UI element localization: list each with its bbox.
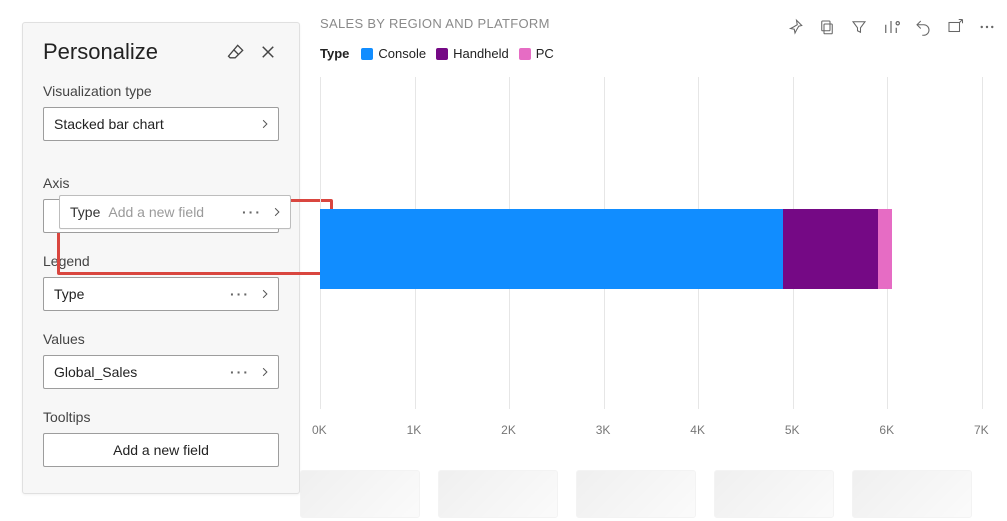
x-axis-tick-label: 7K (974, 423, 989, 437)
x-axis-tick-label: 0K (312, 423, 327, 437)
x-axis-tick-label: 5K (785, 423, 800, 437)
close-icon[interactable] (257, 41, 279, 63)
panel-header: Personalize (43, 39, 279, 65)
chevron-right-icon (260, 119, 270, 129)
viz-toolbar (786, 18, 996, 36)
x-axis-tick-label: 2K (501, 423, 516, 437)
values-section: Values Global_Sales ··· (43, 331, 279, 389)
chevron-right-icon (260, 289, 270, 299)
viz-title: SALES BY REGION AND PLATFORM (320, 16, 550, 31)
chart-bar (320, 209, 982, 289)
x-axis-tick-label: 6K (879, 423, 894, 437)
axis-label: Axis (43, 175, 279, 191)
values-value: Global_Sales (54, 364, 137, 380)
values-field[interactable]: Global_Sales ··· (43, 355, 279, 389)
tooltips-add-button[interactable]: Add a new field (43, 433, 279, 467)
bar-segment[interactable] (783, 209, 878, 289)
tooltips-label: Tooltips (43, 409, 279, 425)
bar-segment[interactable] (320, 209, 783, 289)
visualization-pane: SALES BY REGION AND PLATFORM (320, 16, 996, 466)
pin-icon[interactable] (786, 18, 804, 36)
axis-drag-chip[interactable]: Type Add a new field ··· (59, 195, 291, 229)
axis-drag-value: Type (70, 204, 100, 220)
copy-icon[interactable] (818, 18, 836, 36)
values-label: Values (43, 331, 279, 347)
legend-section: Legend Type ··· (43, 253, 279, 311)
chevron-right-icon (260, 367, 270, 377)
visualization-type-dropdown[interactable]: Stacked bar chart (43, 107, 279, 141)
x-axis-tick-label: 3K (596, 423, 611, 437)
more-options-icon[interactable]: ··· (230, 286, 250, 302)
legend-swatch (519, 48, 531, 60)
personalize-panel: Personalize Visualization type Stacked b… (22, 22, 300, 494)
filter-icon[interactable] (850, 18, 868, 36)
legend-item[interactable]: Console (361, 46, 426, 61)
legend-item[interactable]: Handheld (436, 46, 509, 61)
legend-item-label: PC (536, 46, 554, 61)
legend-key-label: Type (320, 46, 349, 61)
axis-section: Axis Type Add a new field ··· (43, 161, 279, 233)
legend-item[interactable]: PC (519, 46, 554, 61)
axis-placeholder: Add a new field (108, 204, 204, 220)
visualization-type-label: Visualization type (43, 83, 279, 99)
thumbnail (438, 470, 558, 518)
chart-plot: 0K1K2K3K4K5K6K7K (320, 77, 982, 437)
legend-item-label: Handheld (453, 46, 509, 61)
more-options-icon[interactable]: ··· (230, 364, 250, 380)
eraser-icon[interactable] (225, 41, 247, 63)
focus-mode-icon[interactable] (946, 18, 964, 36)
thumbnail (714, 470, 834, 518)
panel-title: Personalize (43, 39, 158, 65)
viz-header: SALES BY REGION AND PLATFORM (320, 16, 996, 36)
gridline (982, 77, 983, 409)
undo-icon[interactable] (914, 18, 932, 36)
legend-swatch (361, 48, 373, 60)
legend-item-label: Console (378, 46, 426, 61)
tooltips-section: Tooltips Add a new field (43, 409, 279, 467)
legend-field[interactable]: Type ··· (43, 277, 279, 311)
x-axis-tick-label: 1K (407, 423, 422, 437)
thumbnail (576, 470, 696, 518)
legend-swatch (436, 48, 448, 60)
bar-segment[interactable] (878, 209, 892, 289)
more-options-icon[interactable]: ··· (242, 204, 262, 220)
x-axis-tick-label: 4K (690, 423, 705, 437)
tooltips-add-label: Add a new field (113, 442, 209, 458)
background-thumbnails (300, 470, 1000, 520)
legend-label: Legend (43, 253, 279, 269)
thumbnail (852, 470, 972, 518)
visualization-type-value: Stacked bar chart (54, 116, 164, 132)
legend-value: Type (54, 286, 84, 302)
personalize-icon[interactable] (882, 18, 900, 36)
chevron-right-icon (272, 207, 282, 217)
panel-header-actions (225, 41, 279, 63)
chart-legend: Type Console Handheld PC (320, 46, 996, 61)
more-options-icon[interactable] (978, 18, 996, 36)
thumbnail (300, 470, 420, 518)
visualization-type-section: Visualization type Stacked bar chart (43, 83, 279, 141)
